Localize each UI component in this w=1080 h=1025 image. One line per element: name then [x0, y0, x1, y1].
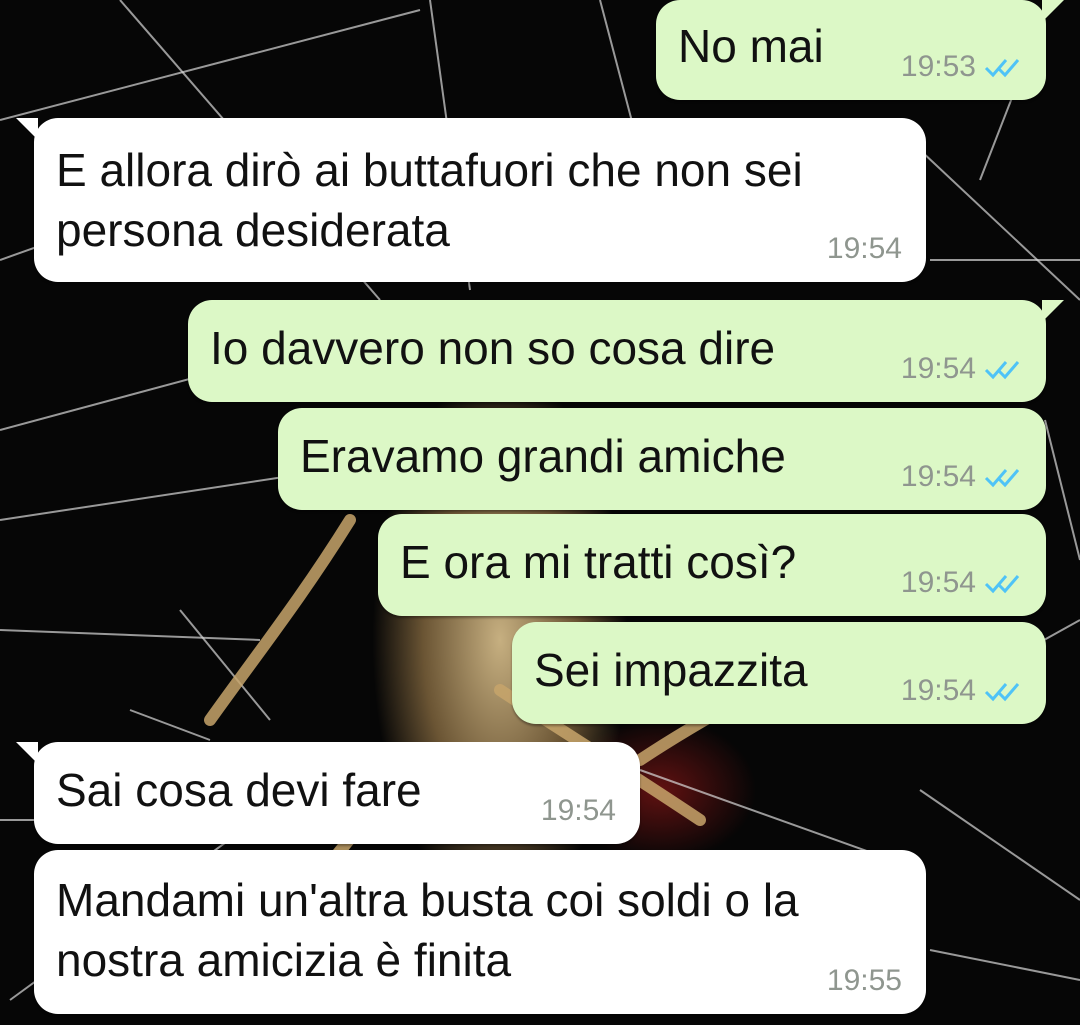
- bubble-tail: [1042, 300, 1064, 322]
- outgoing-message-bubble[interactable]: No mai 19:53: [656, 0, 1064, 100]
- incoming-message-bubble[interactable]: Sai cosa devi fare 19:54: [16, 742, 640, 844]
- message-time: 19:54: [900, 460, 976, 493]
- message-time: 19:54: [540, 794, 616, 827]
- message-meta: 19:54: [827, 232, 902, 266]
- outgoing-message-bubble[interactable]: E ora mi tratti così? 19:54: [378, 514, 1046, 616]
- message-text: E ora mi tratti così?: [400, 536, 797, 588]
- double-check-icon: [984, 683, 1020, 702]
- bubble-tail: [16, 742, 38, 764]
- message-meta: 19:54: [541, 794, 616, 828]
- message-meta: 19:55: [827, 964, 902, 998]
- message-meta: 19:54: [901, 352, 1022, 386]
- message-text: Sei impazzita: [534, 644, 808, 696]
- message-meta: 19:54: [901, 460, 1022, 494]
- message-time: 19:54: [900, 566, 976, 599]
- message-time: 19:53: [900, 50, 976, 83]
- message-text: Mandami un'altra busta coi soldi o la no…: [56, 874, 799, 986]
- incoming-message-bubble[interactable]: E allora dirò ai buttafuori che non sei …: [16, 118, 926, 282]
- outgoing-message-bubble[interactable]: Io davvero non so cosa dire 19:54: [188, 300, 1064, 402]
- outgoing-message-bubble[interactable]: Eravamo grandi amiche 19:54: [278, 408, 1046, 510]
- message-meta: 19:54: [901, 674, 1022, 708]
- message-time: 19:54: [826, 232, 902, 265]
- message-text: Io davvero non so cosa dire: [210, 322, 776, 374]
- message-meta: 19:53: [901, 50, 1022, 84]
- message-time: 19:54: [900, 674, 976, 707]
- bubble-tail: [1042, 0, 1064, 22]
- message-meta: 19:54: [901, 566, 1022, 600]
- double-check-icon: [984, 59, 1020, 78]
- message-text: Eravamo grandi amiche: [300, 430, 786, 482]
- outgoing-message-bubble[interactable]: Sei impazzita 19:54: [512, 622, 1046, 724]
- double-check-icon: [984, 575, 1020, 594]
- message-text: No mai: [678, 20, 824, 72]
- chat-thread: No mai 19:53 E allora dirò ai buttafuori…: [0, 0, 1080, 1025]
- message-text: Sai cosa devi fare: [56, 764, 422, 816]
- message-time: 19:55: [826, 964, 902, 997]
- double-check-icon: [984, 469, 1020, 488]
- bubble-tail: [16, 118, 38, 140]
- message-text: E allora dirò ai buttafuori che non sei …: [56, 144, 803, 256]
- message-time: 19:54: [900, 352, 976, 385]
- incoming-message-bubble[interactable]: Mandami un'altra busta coi soldi o la no…: [34, 850, 926, 1014]
- double-check-icon: [984, 361, 1020, 380]
